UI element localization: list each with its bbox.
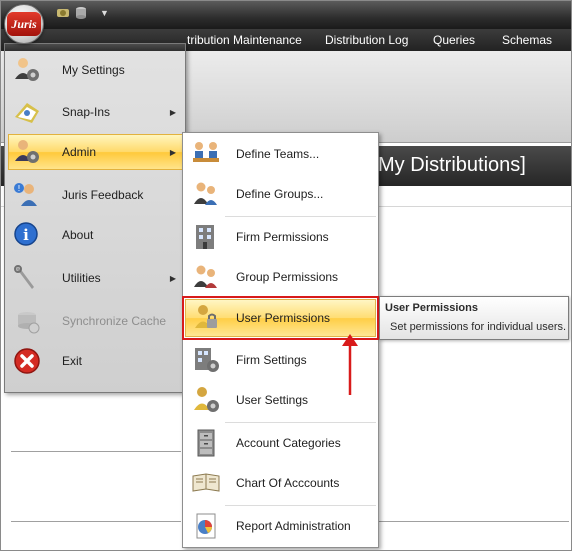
tooltip-title: User Permissions bbox=[385, 302, 478, 314]
submenu-item-account-categories[interactable]: Account Categories bbox=[185, 424, 376, 462]
tab-queries[interactable]: Queries bbox=[433, 33, 475, 47]
submenu-arrow-icon: ▶ bbox=[169, 147, 176, 157]
teams-icon bbox=[190, 138, 222, 170]
list-divider bbox=[379, 521, 569, 522]
menu-separator bbox=[225, 422, 376, 423]
utilities-icon bbox=[12, 263, 42, 293]
tooltip: User Permissions Set permissions for ind… bbox=[379, 296, 569, 340]
menu-item-label: Admin bbox=[62, 145, 97, 159]
submenu-item-label: Group Permissions bbox=[236, 270, 339, 284]
submenu-item-label: Chart Of Acccounts bbox=[236, 476, 340, 490]
menu-item-label: Snap-Ins bbox=[62, 105, 111, 119]
tooltip-description: Set permissions for individual users. bbox=[390, 321, 567, 333]
menu-item-juris-feedback[interactable]: ! Juris Feedback bbox=[8, 177, 184, 213]
menu-item-utilities[interactable]: Utilities ▶ bbox=[8, 260, 184, 296]
tab-distribution-maintenance[interactable]: tribution Maintenance bbox=[187, 33, 302, 47]
settings-user-icon bbox=[12, 55, 42, 85]
snap-ins-icon bbox=[12, 97, 42, 127]
menu-separator bbox=[225, 505, 376, 506]
list-divider bbox=[11, 521, 181, 522]
tab-distribution-log[interactable]: Distribution Log bbox=[325, 33, 408, 47]
submenu-item-label: Report Administration bbox=[236, 519, 351, 533]
menu-item-label: Synchronize Cache bbox=[62, 314, 167, 328]
sync-icon bbox=[12, 306, 42, 336]
submenu-item-label: Firm Permissions bbox=[236, 230, 329, 244]
submenu-arrow-icon: ▶ bbox=[169, 273, 176, 283]
callout-arrow-icon bbox=[342, 334, 358, 395]
submenu-item-label: Firm Settings bbox=[236, 353, 307, 367]
menu-item-label: Juris Feedback bbox=[62, 188, 144, 202]
submenu-item-label: Account Categories bbox=[236, 436, 341, 450]
database-icon[interactable] bbox=[74, 6, 88, 20]
submenu-item-define-groups[interactable]: Define Groups... bbox=[185, 175, 376, 213]
building-icon bbox=[190, 221, 222, 253]
menu-item-exit[interactable]: Exit bbox=[8, 343, 184, 379]
list-divider bbox=[11, 451, 181, 452]
menu-item-label: About bbox=[62, 228, 94, 242]
submenu-item-label: User Permissions bbox=[236, 311, 331, 325]
logo-text: Juris bbox=[7, 12, 41, 36]
submenu-item-firm-permissions[interactable]: Firm Permissions bbox=[185, 218, 376, 256]
submenu-item-define-teams[interactable]: Define Teams... bbox=[185, 135, 376, 173]
customize-toolbar-icon[interactable]: ▼ bbox=[100, 8, 109, 18]
menu-item-label: Exit bbox=[62, 354, 83, 368]
application-menu: My Settings Snap-Ins ▶ Admin ▶ ! Juris F… bbox=[4, 43, 186, 393]
title-bar: ▼ bbox=[1, 1, 571, 29]
menu-item-about[interactable]: i About bbox=[8, 217, 184, 253]
svg-text:i: i bbox=[23, 226, 29, 244]
submenu-item-label: Define Teams... bbox=[236, 147, 320, 161]
submenu-arrow-icon: ▶ bbox=[169, 107, 176, 117]
submenu-item-label: Define Groups... bbox=[236, 187, 324, 201]
submenu-item-group-permissions[interactable]: Group Permissions bbox=[185, 258, 376, 296]
user-lock-icon bbox=[190, 302, 222, 334]
svg-text:!: ! bbox=[17, 184, 20, 193]
submenu-item-chart-of-accounts[interactable]: Chart Of Acccounts bbox=[185, 464, 376, 502]
menu-item-snap-ins[interactable]: Snap-Ins ▶ bbox=[8, 94, 184, 130]
info-icon: i bbox=[12, 220, 42, 250]
menu-item-synchronize-cache: Synchronize Cache bbox=[8, 303, 184, 339]
menu-header-strip bbox=[5, 44, 185, 51]
app-logo-button[interactable]: Juris bbox=[4, 4, 44, 44]
filing-cabinet-icon bbox=[190, 427, 222, 459]
menu-item-label: Utilities bbox=[62, 271, 101, 285]
menu-item-my-settings[interactable]: My Settings bbox=[8, 52, 184, 88]
application-window: ▼ Juris tribution Maintenance Distributi… bbox=[0, 0, 572, 551]
menu-item-label: My Settings bbox=[62, 63, 125, 77]
feedback-icon: ! bbox=[12, 180, 42, 210]
admin-icon bbox=[12, 137, 42, 167]
group-permissions-icon bbox=[190, 261, 222, 293]
user-gear-icon bbox=[190, 384, 222, 416]
ledger-book-icon bbox=[190, 467, 222, 499]
tab-schemas[interactable]: Schemas bbox=[502, 33, 552, 47]
exit-icon bbox=[12, 346, 42, 376]
submenu-item-label: User Settings bbox=[236, 393, 309, 407]
groups-icon bbox=[190, 178, 222, 210]
building-gear-icon bbox=[190, 344, 222, 376]
page-title: My Distributions] bbox=[378, 154, 526, 176]
menu-separator bbox=[225, 216, 376, 217]
save-icon[interactable] bbox=[56, 6, 70, 20]
submenu-item-report-administration[interactable]: Report Administration bbox=[185, 507, 376, 545]
quick-access-toolbar: ▼ bbox=[56, 6, 109, 20]
report-chart-icon bbox=[190, 510, 222, 542]
menu-item-admin[interactable]: Admin ▶ bbox=[8, 134, 184, 170]
